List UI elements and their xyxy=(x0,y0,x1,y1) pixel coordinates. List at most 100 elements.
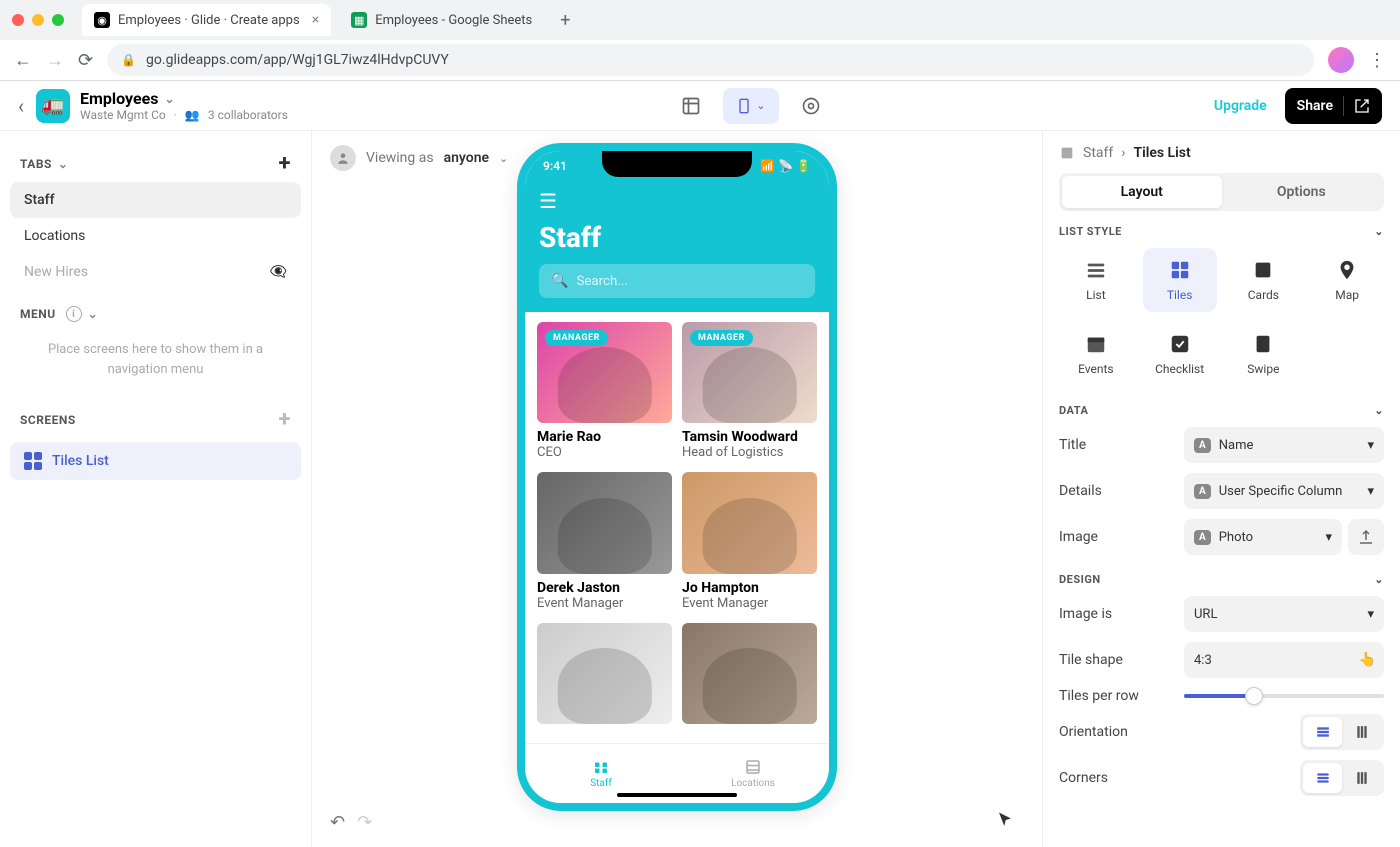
tab-staff[interactable]: Staff xyxy=(10,182,301,218)
collaborators-icon: 👥 xyxy=(185,108,200,122)
design-section-label: DESIGN xyxy=(1059,573,1101,586)
chevron-right-icon: › xyxy=(1121,145,1125,161)
style-label: Map xyxy=(1335,288,1359,302)
tile-card[interactable]: MANAGER Marie Rao CEO xyxy=(537,322,672,460)
chevron-down-icon: ▾ xyxy=(1367,484,1374,499)
nav-label: Locations xyxy=(731,778,775,789)
url-field[interactable]: 🔒 go.glideapps.com/app/Wgj1GL7iwz4lHdvpC… xyxy=(107,44,1314,76)
add-tab-button[interactable]: + xyxy=(279,151,292,176)
left-panel: TABS⌄ + Staff Locations New Hires👁‍🗨 MEN… xyxy=(0,131,312,847)
tiles-icon xyxy=(1168,258,1192,282)
image-is-dropdown[interactable]: URL▾ xyxy=(1184,596,1384,632)
tile-card[interactable] xyxy=(537,623,672,724)
tile-role: Event Manager xyxy=(537,596,672,611)
share-button[interactable]: Share xyxy=(1285,88,1382,124)
undo-button[interactable]: ↶ xyxy=(330,812,345,833)
tiles-per-row-slider[interactable] xyxy=(1184,694,1384,698)
options-tab[interactable]: Options xyxy=(1222,176,1382,208)
hamburger-icon[interactable]: ☰ xyxy=(539,189,815,213)
style-checklist[interactable]: Checklist xyxy=(1143,322,1217,386)
image-is-label: Image is xyxy=(1059,606,1112,622)
info-icon[interactable]: i xyxy=(66,306,82,322)
style-map[interactable]: Map xyxy=(1310,248,1384,312)
app-back-button[interactable]: ‹ xyxy=(18,94,24,118)
tab-locations[interactable]: Locations xyxy=(10,218,301,254)
corners-rounded[interactable] xyxy=(1303,763,1342,793)
chevron-down-icon[interactable]: ⌄ xyxy=(58,157,69,171)
window-minimize-button[interactable] xyxy=(32,14,44,26)
data-section-label: DATA xyxy=(1059,404,1088,417)
nav-label: Staff xyxy=(590,778,612,789)
tab-label: Staff xyxy=(24,192,55,208)
layout-tab[interactable]: Layout xyxy=(1062,176,1222,208)
tile-name: Jo Hampton xyxy=(682,580,817,596)
browser-tab-glide[interactable]: ◉ Employees · Glide · Create apps × xyxy=(82,4,331,36)
tab-title: Employees · Glide · Create apps xyxy=(118,13,300,28)
search-icon: 🔍 xyxy=(551,273,568,289)
back-button[interactable]: ← xyxy=(14,50,32,71)
viewing-as[interactable]: Viewing as anyone ⌄ xyxy=(330,145,508,171)
close-tab-button[interactable]: × xyxy=(312,12,319,28)
settings-view-button[interactable] xyxy=(793,88,829,124)
tile-card[interactable]: Derek Jaston Event Manager xyxy=(537,472,672,610)
details-dropdown[interactable]: AUser Specific Column▾ xyxy=(1184,473,1384,509)
canvas: Viewing as anyone ⌄ 9:41 📶 📡 🔋 ☰ Staff 🔍 xyxy=(312,131,1042,847)
corners-square[interactable] xyxy=(1342,763,1381,793)
chevron-down-icon[interactable]: ⌄ xyxy=(88,307,99,321)
chevron-down-icon: ▾ xyxy=(1325,530,1332,545)
style-events[interactable]: Events xyxy=(1059,322,1133,386)
browser-menu-button[interactable]: ⋮ xyxy=(1368,50,1386,71)
search-input[interactable] xyxy=(576,274,753,289)
window-zoom-button[interactable] xyxy=(52,14,64,26)
tile-card[interactable] xyxy=(682,623,817,724)
browser-tab-sheets[interactable]: ▦ Employees - Google Sheets xyxy=(339,4,544,36)
screen-tiles-list[interactable]: Tiles List xyxy=(10,442,301,480)
tile-shape-dropdown[interactable]: 4:3👆 xyxy=(1184,642,1384,678)
tile-card[interactable]: MANAGER Tamsin Woodward Head of Logistic… xyxy=(682,322,817,460)
style-label: List xyxy=(1086,288,1106,302)
style-cards[interactable]: Cards xyxy=(1227,248,1301,312)
tile-card[interactable]: Jo Hampton Event Manager xyxy=(682,472,817,610)
breadcrumb: Staff › Tiles List xyxy=(1059,145,1384,161)
menu-help-text: Place screens here to show them in a nav… xyxy=(10,328,301,391)
chevron-down-icon[interactable]: ⌄ xyxy=(164,92,174,106)
style-label: Events xyxy=(1078,362,1114,376)
add-screen-button[interactable]: + xyxy=(279,407,292,432)
browser-chrome: ◉ Employees · Glide · Create apps × ▦ Em… xyxy=(0,0,1400,81)
data-view-button[interactable] xyxy=(673,88,709,124)
orientation-vertical[interactable] xyxy=(1342,717,1381,747)
tiles-per-row-label: Tiles per row xyxy=(1059,688,1139,704)
locations-icon xyxy=(744,758,762,776)
tab-label: New Hires xyxy=(24,264,88,280)
profile-avatar[interactable] xyxy=(1328,47,1354,73)
slider-thumb[interactable] xyxy=(1245,687,1263,705)
phone-search[interactable]: 🔍 xyxy=(539,264,815,298)
image-dropdown[interactable]: APhoto▾ xyxy=(1184,519,1342,555)
crumb-root[interactable]: Staff xyxy=(1083,145,1113,161)
window-close-button[interactable] xyxy=(12,14,24,26)
list-style-label: LIST STYLE xyxy=(1059,225,1122,238)
style-label: Tiles xyxy=(1167,288,1193,302)
forward-button[interactable]: → xyxy=(46,50,64,71)
orientation-horizontal[interactable] xyxy=(1303,717,1342,747)
device-switcher: ⌄ xyxy=(288,88,1214,124)
upgrade-link[interactable]: Upgrade xyxy=(1214,98,1267,114)
title-dropdown[interactable]: AName▾ xyxy=(1184,427,1384,463)
chevron-down-icon[interactable]: ⌄ xyxy=(1374,573,1384,586)
tile-role: Head of Logistics xyxy=(682,445,817,460)
chevron-down-icon[interactable]: ⌄ xyxy=(1374,404,1384,417)
new-tab-button[interactable]: + xyxy=(552,10,578,31)
style-swipe[interactable]: Swipe xyxy=(1227,322,1301,386)
style-tiles[interactable]: Tiles xyxy=(1143,248,1217,312)
viewing-prefix: Viewing as xyxy=(366,150,434,166)
style-list[interactable]: List xyxy=(1059,248,1133,312)
chevron-down-icon[interactable]: ⌄ xyxy=(1374,225,1384,238)
upload-image-button[interactable] xyxy=(1348,519,1384,555)
viewing-who: anyone xyxy=(444,150,489,166)
redo-button[interactable]: ↷ xyxy=(357,812,372,833)
image-field-label: Image xyxy=(1059,529,1098,545)
external-link-icon xyxy=(1354,98,1370,114)
phone-view-button[interactable]: ⌄ xyxy=(723,88,779,124)
reload-button[interactable]: ⟳ xyxy=(78,50,93,71)
tab-new-hires[interactable]: New Hires👁‍🗨 xyxy=(10,254,301,290)
